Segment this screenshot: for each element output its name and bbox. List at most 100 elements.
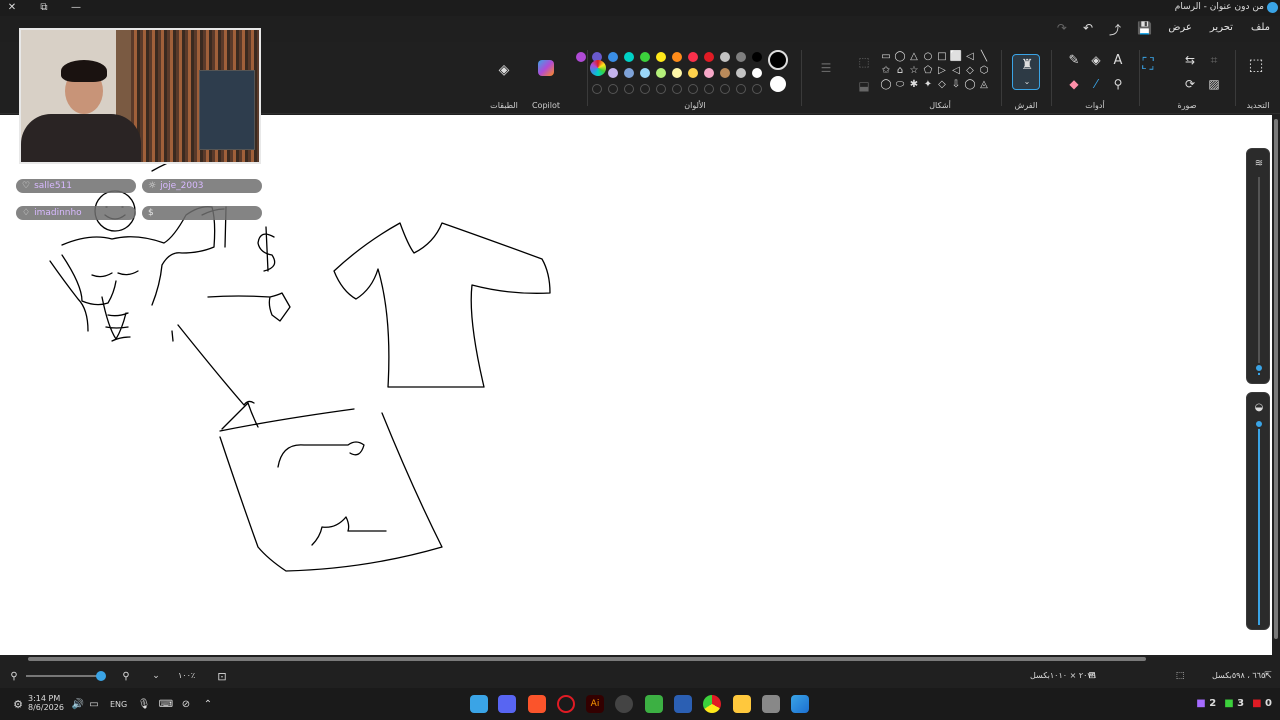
minecraft-icon[interactable] [645, 695, 663, 713]
shape-option[interactable]: △ [908, 50, 920, 62]
color-swatch[interactable] [736, 68, 746, 78]
store-icon[interactable] [674, 695, 692, 713]
shape-option[interactable]: ◁ [950, 64, 962, 76]
vertical-scrollbar[interactable] [1272, 115, 1280, 655]
share-icon[interactable]: ⤴ [1109, 21, 1121, 38]
crop-select-icon[interactable]: ⛶ [1140, 54, 1156, 73]
color-swatch[interactable] [752, 52, 762, 62]
obs-icon[interactable] [615, 695, 633, 713]
fit-to-window-icon[interactable]: ⊡ [214, 668, 230, 684]
shape-option[interactable]: ⬡ [978, 64, 990, 76]
color-swatch[interactable] [672, 52, 682, 62]
crop-icon[interactable]: ⌗ [1206, 52, 1222, 68]
color-swatch[interactable] [656, 68, 666, 78]
color-swatch[interactable] [720, 52, 730, 62]
shape-option[interactable]: ▷ [936, 64, 948, 76]
windows-start-icon[interactable] [791, 695, 809, 713]
color-swatch[interactable] [688, 52, 698, 62]
badge-red[interactable]: ■ 0 [1252, 698, 1272, 709]
shape-option[interactable]: ✦ [922, 78, 934, 90]
size-slider-knob[interactable] [1254, 363, 1264, 373]
color-swatch[interactable] [608, 68, 618, 78]
color-swatch[interactable] [624, 52, 634, 62]
shape-option[interactable]: ◯ [880, 78, 892, 90]
opacity-slider-knob[interactable] [1254, 419, 1264, 429]
shape-option[interactable]: ▭ [880, 50, 892, 62]
shape-outline-icon[interactable]: ⬚ [856, 54, 872, 70]
secondary-color-swatch[interactable] [770, 76, 786, 92]
horizontal-scrollbar[interactable] [0, 655, 1280, 663]
task-view-icon[interactable] [762, 695, 780, 713]
custom-color-slot[interactable] [640, 84, 650, 94]
size-icon[interactable]: ☰ [818, 60, 834, 76]
custom-color-slot[interactable] [592, 84, 602, 94]
chrome-icon[interactable] [703, 695, 721, 713]
layers-icon[interactable]: ◈ [496, 62, 512, 78]
shape-option[interactable]: ◬ [978, 78, 990, 90]
select-icon[interactable]: ⬚ [1248, 55, 1264, 74]
color-swatch[interactable] [736, 52, 746, 62]
file-explorer-icon[interactable] [733, 695, 751, 713]
menu-file[interactable]: ملف [1251, 22, 1270, 33]
tray-expand-icon[interactable]: ⌃ [200, 696, 216, 712]
color-swatch[interactable] [608, 52, 618, 62]
illustrator-icon[interactable]: Ai [586, 695, 604, 713]
badge-purple[interactable]: ■ 2 [1196, 698, 1216, 709]
rotate-icon[interactable]: ⟳ [1182, 76, 1198, 92]
color-swatch[interactable] [576, 52, 586, 62]
custom-color-slot[interactable] [624, 84, 634, 94]
custom-color-slot[interactable] [704, 84, 714, 94]
discord-icon[interactable] [498, 695, 516, 713]
brush-button[interactable]: ♜ ⌄ [1012, 54, 1040, 90]
shape-option[interactable]: ⬜ [950, 50, 962, 62]
maximize-icon[interactable]: ⧉ [38, 1, 50, 13]
edit-colors-icon[interactable] [590, 60, 606, 76]
color-swatch[interactable] [752, 68, 762, 78]
pencil-icon[interactable]: ✎ [1066, 52, 1082, 68]
menu-view[interactable]: عرض [1168, 22, 1192, 33]
color-picker-icon[interactable]: ⁄ [1088, 76, 1104, 92]
redo-icon[interactable]: ↷ [1057, 21, 1067, 38]
shape-option[interactable]: ◇ [936, 78, 948, 90]
shape-option[interactable]: ⌂ [894, 64, 906, 76]
shape-option[interactable]: ○ [922, 50, 934, 62]
shape-fill-icon[interactable]: ⬓ [856, 78, 872, 94]
zoom-dropdown-icon[interactable]: ⌄ [148, 668, 164, 684]
battery-icon[interactable]: ▭ [86, 696, 102, 712]
color-swatch[interactable] [720, 68, 730, 78]
paint-taskbar-icon[interactable] [470, 695, 488, 713]
eraser-icon[interactable]: ◆ [1066, 76, 1082, 92]
microphone-icon[interactable]: 🎙 [136, 696, 152, 712]
zoom-slider-knob[interactable] [96, 671, 106, 681]
network-off-icon[interactable]: ⊘ [178, 696, 194, 712]
color-swatch[interactable] [624, 68, 634, 78]
shape-option[interactable]: ◯ [894, 50, 906, 62]
zoom-out-icon[interactable]: ⚲ [6, 668, 22, 684]
color-swatch[interactable] [640, 52, 650, 62]
badge-green[interactable]: ■ 3 [1224, 698, 1244, 709]
shape-option[interactable]: ☆ [908, 64, 920, 76]
color-swatch[interactable] [688, 68, 698, 78]
menu-edit[interactable]: تحرير [1210, 22, 1233, 33]
color-swatch[interactable] [640, 68, 650, 78]
color-swatch[interactable] [656, 52, 666, 62]
close-icon[interactable]: ✕ [6, 1, 18, 13]
image-effects-icon[interactable]: ▨ [1206, 76, 1222, 92]
save-icon[interactable]: 💾 [1137, 21, 1152, 38]
magnifier-icon[interactable]: ⚲ [1110, 76, 1126, 92]
keyboard-icon[interactable]: ⌨ [158, 696, 174, 712]
volume-icon[interactable]: 🔊 [70, 696, 86, 712]
horizontal-scroll-thumb[interactable] [28, 657, 1146, 661]
vertical-scroll-thumb[interactable] [1274, 119, 1278, 639]
primary-color-swatch[interactable] [768, 50, 788, 70]
language-indicator[interactable]: ENG [110, 700, 127, 709]
copilot-icon[interactable] [538, 60, 554, 76]
undo-icon[interactable]: ↶ [1083, 21, 1093, 38]
shape-option[interactable]: ◇ [964, 64, 976, 76]
shape-option[interactable]: □ [936, 50, 948, 62]
clock[interactable]: 3:14 PM 8/6/2026 [28, 694, 64, 712]
zoom-in-icon[interactable]: ⚲ [118, 668, 134, 684]
custom-color-slot[interactable] [688, 84, 698, 94]
color-swatch[interactable] [704, 68, 714, 78]
custom-color-slot[interactable] [752, 84, 762, 94]
